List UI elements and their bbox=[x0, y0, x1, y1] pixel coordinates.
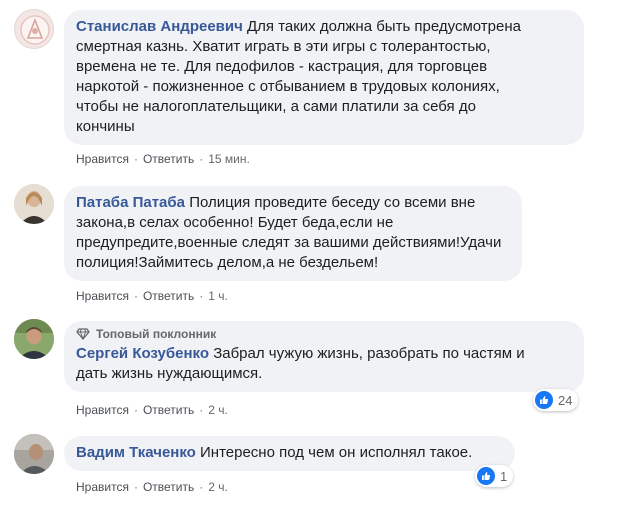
separator-dot: · bbox=[199, 152, 204, 166]
comment-author[interactable]: Патаба Патаба bbox=[76, 194, 185, 211]
avatar[interactable] bbox=[14, 184, 54, 224]
diamond-icon bbox=[76, 328, 90, 340]
reply-link[interactable]: Ответить bbox=[143, 479, 194, 495]
comment-timestamp[interactable]: 2 ч. bbox=[208, 402, 228, 418]
reaction-count: 24 bbox=[558, 392, 573, 408]
reply-link[interactable]: Ответить bbox=[143, 151, 194, 167]
like-link[interactable]: Нравится bbox=[76, 151, 129, 167]
comment-actions: Нравится · Ответить · 2 ч. bbox=[76, 402, 228, 418]
comment-text: Для таких должна быть предусмотрена bbox=[247, 18, 521, 35]
separator-dot: · bbox=[133, 152, 138, 166]
reply-link[interactable]: Ответить bbox=[143, 288, 194, 304]
comment-text: Полиция проведите беседу со всеми вне bbox=[189, 194, 476, 211]
comment-bubble: Топовый поклонник Сергей Козубенко Забра… bbox=[64, 321, 584, 392]
comment-text: чтобы не налогоплательщики, а сами плати… bbox=[76, 98, 476, 115]
separator-dot: · bbox=[133, 403, 138, 417]
like-link[interactable]: Нравится bbox=[76, 479, 129, 495]
comment-text: времена не те. Для педофилов - кастрация… bbox=[76, 58, 488, 75]
reaction-summary[interactable]: 1 bbox=[475, 465, 514, 487]
comment-author[interactable]: Сергей Козубенко bbox=[76, 345, 209, 362]
comment-author[interactable]: Станислав Андреевич bbox=[76, 18, 243, 35]
avatar-photo-icon bbox=[14, 319, 54, 359]
comment-bubble: Патаба Патаба Полиция проведите беседу с… bbox=[64, 186, 522, 281]
badge-label: Топовый поклонник bbox=[96, 327, 217, 341]
avatar-photo-icon bbox=[14, 184, 54, 224]
reaction-count: 1 bbox=[500, 468, 508, 484]
separator-dot: · bbox=[133, 480, 138, 494]
comment-timestamp[interactable]: 15 мин. bbox=[208, 151, 250, 167]
separator-dot: · bbox=[133, 289, 138, 303]
comment-text: дать жизнь нуждающимся. bbox=[76, 365, 263, 382]
avatar-emblem-icon bbox=[20, 15, 50, 45]
separator-dot: · bbox=[199, 480, 204, 494]
comment-timestamp[interactable]: 1 ч. bbox=[208, 288, 228, 304]
comment-bubble: Станислав Андреевич Для таких должна быт… bbox=[64, 10, 584, 145]
comment-author[interactable]: Вадим Ткаченко bbox=[76, 444, 196, 461]
like-link[interactable]: Нравится bbox=[76, 288, 129, 304]
comment-actions: Нравится · Ответить · 15 мин. bbox=[76, 151, 250, 167]
comment-text: смертная казнь. Хватит играть в эти игры… bbox=[76, 38, 491, 55]
comment-text: кончины bbox=[76, 118, 135, 135]
comment-actions: Нравится · Ответить · 1 ч. bbox=[76, 288, 228, 304]
comment-text: наркотой - пожизненное с отбыванием в тр… bbox=[76, 78, 500, 95]
comment-timestamp[interactable]: 2 ч. bbox=[208, 479, 228, 495]
separator-dot: · bbox=[199, 403, 204, 417]
comment-actions: Нравится · Ответить · 2 ч. bbox=[76, 479, 228, 495]
like-link[interactable]: Нравится bbox=[76, 402, 129, 418]
reaction-summary[interactable]: 24 bbox=[533, 389, 579, 411]
comment-text: закона,в селах особенно! Будет беда,если… bbox=[76, 214, 394, 231]
comment-bubble: Вадим Ткаченко Интересно под чем он испо… bbox=[64, 436, 515, 471]
like-reaction-icon bbox=[535, 391, 553, 409]
comment-text: полиция!Займитесь делом,а не бездельем! bbox=[76, 254, 379, 271]
avatar[interactable] bbox=[14, 9, 54, 49]
avatar[interactable] bbox=[14, 319, 54, 359]
like-reaction-icon bbox=[477, 467, 495, 485]
avatar-photo-icon bbox=[14, 434, 54, 474]
avatar[interactable] bbox=[14, 434, 54, 474]
reply-link[interactable]: Ответить bbox=[143, 402, 194, 418]
comment-text: Забрал чужую жизнь, разобрать по частям … bbox=[213, 345, 525, 362]
top-fan-badge: Топовый поклонник bbox=[76, 326, 572, 342]
comment-text: Интересно под чем он исполнял такое. bbox=[200, 444, 473, 461]
comment-text: предупредите,военные следят за вашими де… bbox=[76, 234, 502, 251]
separator-dot: · bbox=[199, 289, 204, 303]
